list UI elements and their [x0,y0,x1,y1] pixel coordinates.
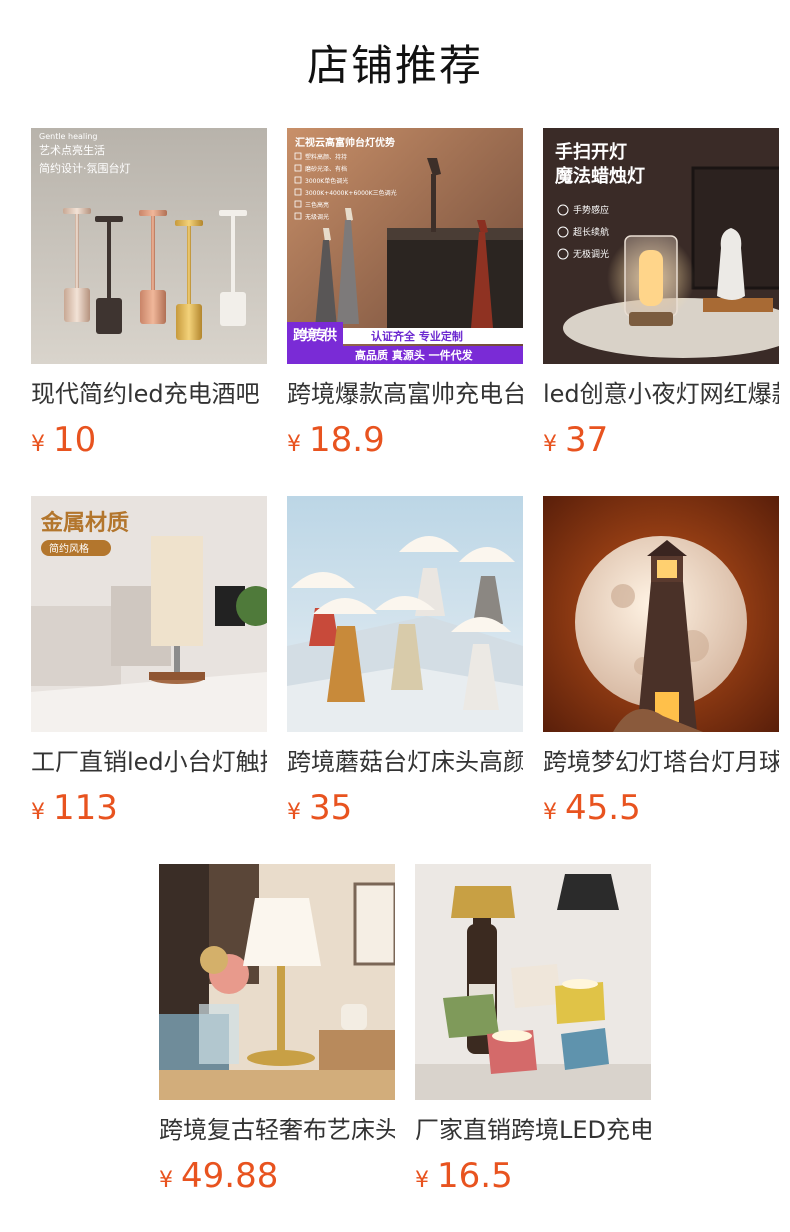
price-value: 37 [565,420,609,460]
product-price: ¥45.5 [543,786,779,830]
feature-text: 塑料高颜、持持 [305,153,347,161]
feature-text: 3000K单色调光 [305,177,348,185]
image-heading: 汇视云高富帅台灯优势 [295,136,395,149]
product-name[interactable]: 现代简约led充电酒吧 [31,378,267,410]
image-caption: 简约设计·氛围台灯 [39,161,131,175]
banner-text: 高品质 真源头 一件代发 [355,348,474,362]
product-card[interactable]: 汇视云高富帅台灯优势 塑料高颜、持持 磨砂光泽、有档 3000K单色调光 300… [287,128,523,496]
image-heading: 金属材质 [40,510,129,536]
price-value: 16.5 [437,1156,513,1196]
currency-symbol: ¥ [31,800,45,825]
price-value: 45.5 [565,788,641,828]
product-name[interactable]: 跨境蘑菇台灯床头高颜值 [287,746,523,778]
product-card[interactable]: 手扫开灯 魔法蜡烛灯 手势感应 超长续航 无极调光 led创意小夜灯网红爆款 ¥… [543,128,779,496]
price-value: 113 [53,788,118,828]
product-price: ¥37 [543,418,779,462]
product-price: ¥16.5 [415,1154,651,1198]
badge-text: 跨境专供 [293,327,337,344]
image-caption: Gentle healing [39,132,98,141]
product-name[interactable]: led创意小夜灯网红爆款 [543,378,779,410]
product-card[interactable]: 金属材质 简约风格 工厂直销led小台灯触摸 ¥113 [31,496,267,864]
feature-text: 无极调光 [573,248,609,260]
product-image[interactable]: 汇视云高富帅台灯优势 塑料高颜、持持 磨砂光泽、有档 3000K单色调光 300… [287,128,523,364]
product-price: ¥49.88 [159,1154,395,1198]
product-name[interactable]: 工厂直销led小台灯触摸 [31,746,267,778]
feature-text: 超长续航 [573,226,609,238]
product-name[interactable]: 跨境复古轻奢布艺床头 [159,1114,395,1146]
product-price: ¥35 [287,786,523,830]
currency-symbol: ¥ [159,1168,173,1193]
product-image[interactable] [287,496,523,732]
feature-text: 磨砂光泽、有档 [305,165,347,173]
product-card[interactable]: 跨境复古轻奢布艺床头 ¥49.88 [159,864,395,1232]
currency-symbol: ¥ [543,800,557,825]
currency-symbol: ¥ [31,432,45,457]
feature-text: 3000K+4000K+6000K三色调光 [305,189,397,197]
feature-text: 手势感应 [573,204,609,216]
currency-symbol: ¥ [543,432,557,457]
image-heading: 魔法蜡烛灯 [555,165,645,187]
product-image[interactable]: 金属材质 简约风格 [31,496,267,732]
price-value: 18.9 [309,420,385,460]
currency-symbol: ¥ [287,800,301,825]
product-card[interactable]: Gentle healing 艺术点亮生活 简约设计·氛围台灯 现代简约led充… [31,128,267,496]
feature-text: 三色高亮 [305,201,329,209]
currency-symbol: ¥ [415,1168,429,1193]
product-name[interactable]: 跨境梦幻灯塔台灯月球 [543,746,779,778]
image-caption: 艺术点亮生活 [39,143,105,157]
product-image[interactable]: Gentle healing 艺术点亮生活 简约设计·氛围台灯 [31,128,267,364]
product-card[interactable]: 跨境蘑菇台灯床头高颜值 ¥35 [287,496,523,864]
product-price: ¥113 [31,786,267,830]
currency-symbol: ¥ [287,432,301,457]
product-image[interactable] [543,496,779,732]
product-image[interactable] [159,864,395,1100]
image-heading: 手扫开灯 [555,141,627,163]
price-value: 10 [53,420,97,460]
banner-text: 认证齐全 专业定制 [371,329,463,343]
image-caption: 简约风格 [49,542,89,555]
product-card[interactable]: 跨境梦幻灯塔台灯月球 ¥45.5 [543,496,779,864]
product-price: ¥18.9 [287,418,523,462]
product-grid: Gentle healing 艺术点亮生活 简约设计·氛围台灯 现代简约led充… [31,128,790,1232]
feature-text: 无级调光 [305,213,329,221]
product-image[interactable]: 手扫开灯 魔法蜡烛灯 手势感应 超长续航 无极调光 [543,128,779,364]
price-value: 49.88 [181,1156,279,1196]
store-recommendations-page: 店铺推荐 Gentle healing 艺术点亮生活 简约设计·氛围台灯 现代简… [0,0,790,1232]
product-card[interactable]: 厂家直销跨境LED充电 ¥16.5 [415,864,651,1232]
page-title: 店铺推荐 [306,41,483,90]
product-price: ¥10 [31,418,267,462]
product-name[interactable]: 厂家直销跨境LED充电 [415,1114,651,1146]
product-image[interactable] [415,864,651,1100]
product-name[interactable]: 跨境爆款高富帅充电台 [287,378,523,410]
price-value: 35 [309,788,353,828]
